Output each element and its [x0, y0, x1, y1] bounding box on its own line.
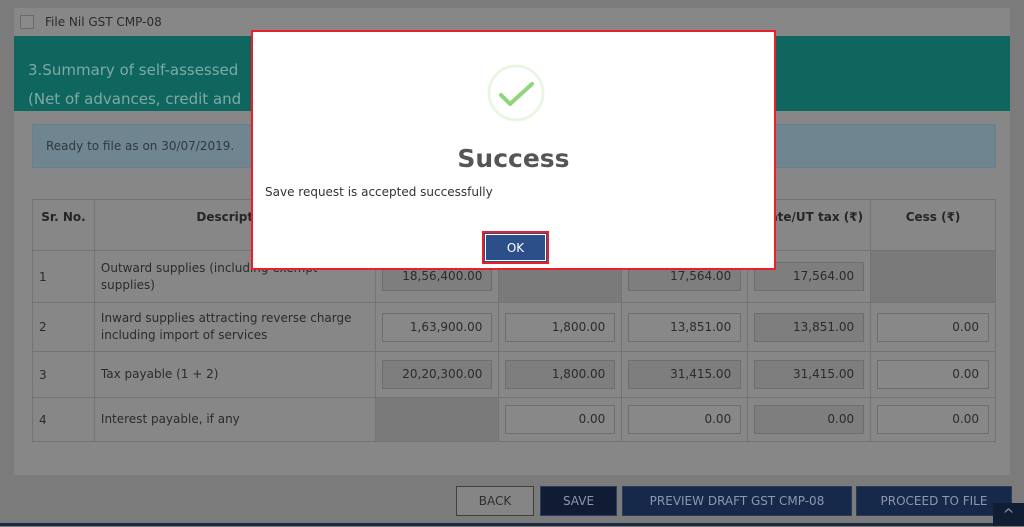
- header-cess: Cess (₹): [870, 199, 996, 251]
- amount-input: 1,800.00: [505, 360, 616, 389]
- amount-cell: 0.00: [747, 397, 872, 442]
- amount-cell: 0.00: [870, 302, 996, 352]
- disabled-cell: [870, 250, 996, 303]
- amount-cell: 20,20,300.00: [375, 351, 500, 398]
- chevron-up-icon: ^: [1002, 507, 1015, 523]
- table-row: 4 Interest payable, if any 0.00 0.00 0.00 0.0…: [32, 397, 996, 442]
- amount-input[interactable]: 0.00: [505, 405, 616, 434]
- amount-input[interactable]: 0.00: [877, 405, 989, 434]
- back-button[interactable]: BACK: [456, 486, 534, 516]
- amount-cell: 1,63,900.00: [375, 302, 500, 352]
- nil-filing-checkbox[interactable]: [20, 15, 34, 29]
- amount-input[interactable]: 13,851.00: [628, 312, 742, 342]
- success-dialog: Success Save request is accepted success…: [251, 30, 776, 270]
- nil-filing-checkbox-row[interactable]: File Nil GST CMP-08: [20, 12, 162, 32]
- amount-cell: 0.00: [498, 397, 623, 442]
- scroll-to-top-button[interactable]: ^: [993, 503, 1024, 526]
- amount-input: 20,20,300.00: [382, 360, 493, 389]
- sr-no: 3: [32, 351, 95, 398]
- description: Interest payable, if any: [93, 397, 377, 442]
- sr-no: 4: [32, 397, 95, 442]
- header-sr-no: Sr. No.: [32, 199, 95, 251]
- amount-input: 31,415.00: [754, 360, 865, 389]
- preview-draft-button[interactable]: PREVIEW DRAFT GST CMP-08: [622, 486, 852, 516]
- sr-no: 1: [32, 250, 95, 303]
- save-button[interactable]: SAVE: [540, 486, 617, 516]
- amount-cell: 31,415.00: [621, 351, 749, 398]
- amount-input[interactable]: 0.00: [877, 312, 989, 342]
- amount-input[interactable]: 1,63,900.00: [382, 312, 493, 342]
- amount-cell: 13,851.00: [747, 302, 872, 352]
- amount-cell: 0.00: [621, 397, 749, 442]
- amount-input: 0.00: [754, 405, 865, 434]
- amount-cell: 1,800.00: [498, 302, 623, 352]
- amount-input: 31,415.00: [628, 360, 742, 389]
- table-row: 2 Inward supplies attracting reverse char…: [32, 302, 996, 352]
- table-row: 3 Tax payable (1 + 2) 20,20,300.00 1,800.00…: [32, 351, 996, 398]
- amount-cell: 0.00: [870, 351, 996, 398]
- description: Inward supplies attracting reverse charg…: [93, 302, 377, 352]
- dialog-message: Save request is accepted successfully: [265, 185, 493, 199]
- amount-cell: 13,851.00: [621, 302, 749, 352]
- proceed-to-file-button[interactable]: PROCEED TO FILE: [856, 486, 1012, 516]
- ok-button[interactable]: OK: [482, 231, 549, 264]
- amount-input[interactable]: 0.00: [628, 405, 742, 434]
- amount-input: 13,851.00: [754, 312, 865, 342]
- check-circle-icon: [487, 64, 545, 122]
- amount-cell: 31,415.00: [747, 351, 872, 398]
- amount-input[interactable]: 0.00: [877, 360, 989, 389]
- amount-cell: 0.00: [870, 397, 996, 442]
- disabled-cell: [375, 397, 500, 442]
- description: Tax payable (1 + 2): [93, 351, 377, 398]
- sr-no: 2: [32, 302, 95, 352]
- amount-cell: 1,800.00: [498, 351, 623, 398]
- nil-filing-label: File Nil GST CMP-08: [45, 15, 162, 29]
- amount-input[interactable]: 1,800.00: [505, 312, 616, 342]
- dialog-title: Success: [457, 144, 570, 173]
